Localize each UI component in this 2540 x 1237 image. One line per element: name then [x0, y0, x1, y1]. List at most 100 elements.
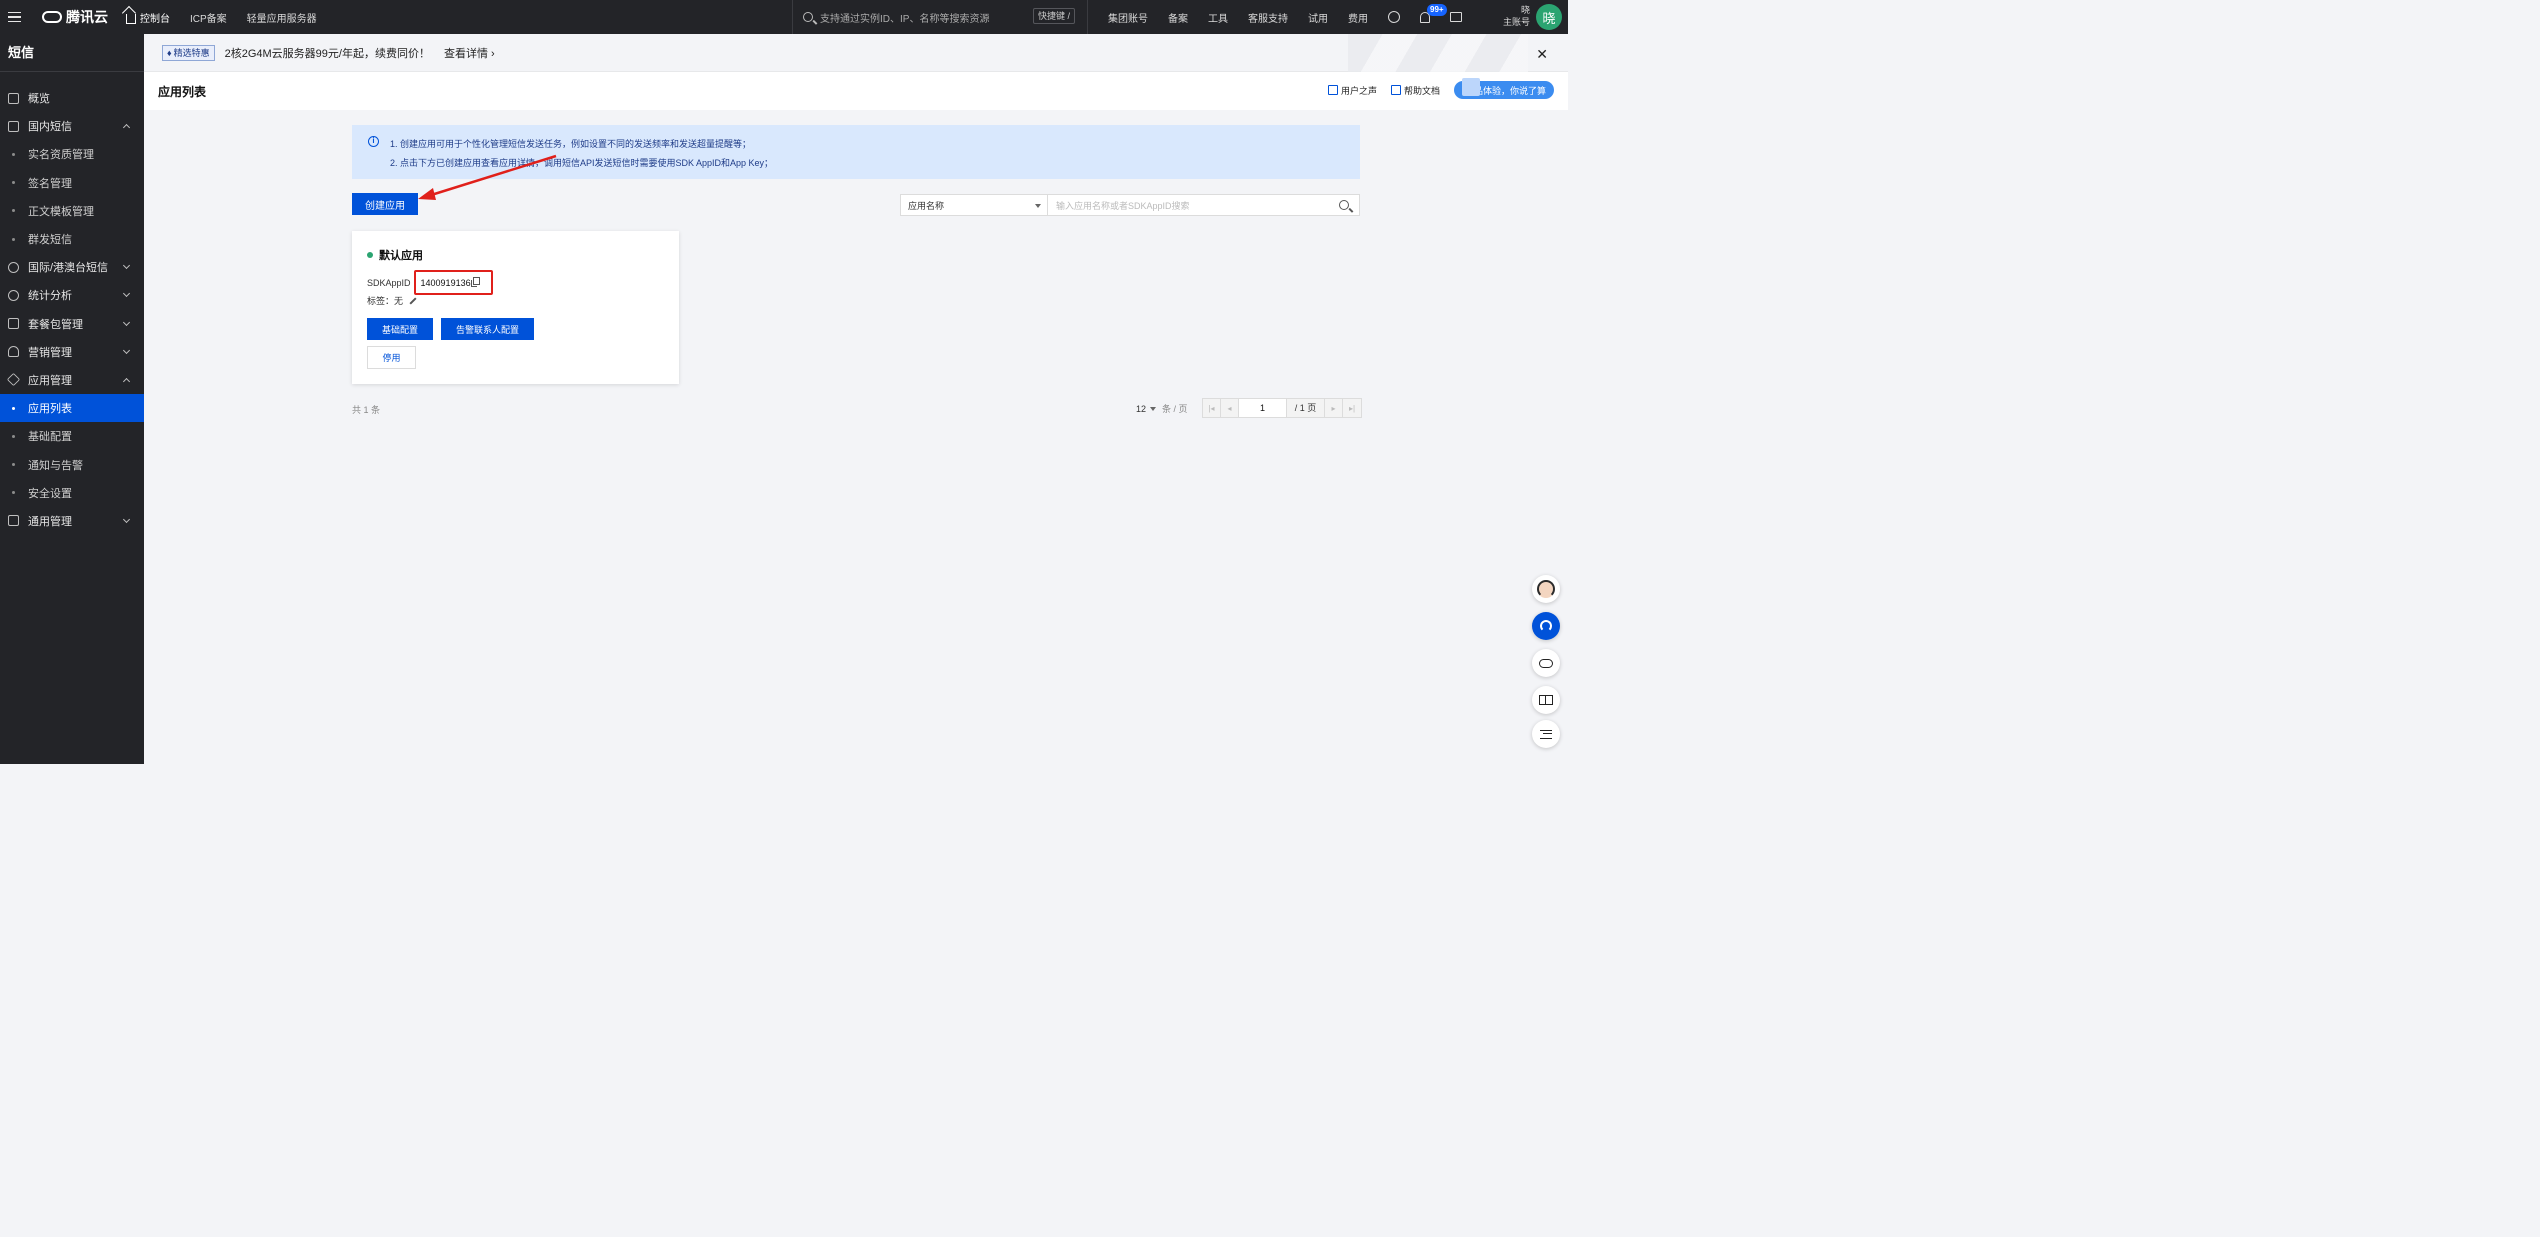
fire-icon: ♦: [167, 47, 172, 58]
account-name: 晓: [1520, 5, 1530, 15]
book-icon: [1539, 695, 1553, 705]
nav-icp[interactable]: ICP备案: [190, 10, 227, 25]
sidebar-item-basic-config[interactable]: 基础配置: [0, 422, 144, 450]
sidebar-item-marketing[interactable]: 营销管理: [0, 338, 144, 366]
brand-logo[interactable]: 腾讯云: [42, 7, 108, 27]
bullet-icon: [12, 181, 15, 185]
customer-service-button[interactable]: [1532, 612, 1560, 640]
next-page-icon[interactable]: ▸: [1325, 399, 1343, 417]
top-nav: 控制台 ICP备案 轻量应用服务器: [126, 10, 317, 25]
edit-icon[interactable]: [409, 296, 417, 305]
close-icon[interactable]: ✕: [1536, 46, 1548, 63]
assistant-face-icon: [1537, 580, 1555, 598]
promo-banner: ♦ 精选特惠 2核2G4M云服务器99元/年起，续费同价！ 查看详情 › ✕: [144, 34, 1568, 72]
shortcut-hint: 快捷键 /: [1032, 8, 1075, 24]
link-support[interactable]: 客服支持: [1248, 10, 1288, 25]
bell-icon[interactable]: 99+: [1420, 3, 1447, 23]
assistant-avatar-button[interactable]: [1532, 575, 1560, 603]
copy-icon[interactable]: [470, 276, 480, 287]
basic-config-button[interactable]: 基础配置: [367, 318, 433, 340]
help-docs-link[interactable]: 帮助文档: [1390, 84, 1440, 97]
chevron-right-icon: ›: [491, 47, 495, 60]
account-info[interactable]: 晓 主账号: [1500, 4, 1530, 28]
alarm-contact-button[interactable]: 告警联系人配置: [441, 318, 534, 340]
sidebar-item-package[interactable]: 套餐包管理: [0, 310, 144, 338]
caret-down-icon: [1150, 406, 1157, 411]
app-name[interactable]: 默认应用: [367, 247, 423, 263]
promo-link[interactable]: 查看详情 ›: [444, 45, 495, 61]
settings-icon: [8, 515, 19, 527]
bullet-icon: [12, 463, 15, 467]
cloud-icon: [1539, 658, 1553, 668]
info-line-2: 2. 点击下方已创建应用查看应用详情，调用短信API发送短信时需要使用SDK A…: [390, 158, 774, 168]
bullet-icon: [12, 152, 15, 156]
link-group-account[interactable]: 集团账号: [1108, 10, 1148, 25]
link-tools[interactable]: 工具: [1208, 10, 1228, 25]
create-app-button[interactable]: 创建应用: [352, 193, 418, 215]
avatar[interactable]: 晓: [1536, 4, 1562, 30]
app-id-highlight: 1400919136: [413, 270, 493, 295]
ticket-icon[interactable]: [1450, 12, 1462, 22]
sidebar-item-statistics[interactable]: 统计分析: [0, 281, 144, 309]
bullet-icon: [12, 209, 15, 213]
list-tool-button[interactable]: [1532, 720, 1560, 748]
top-right-links: 集团账号 备案 工具 客服支持 试用 费用 99+: [1108, 0, 1462, 34]
link-trial[interactable]: 试用: [1308, 10, 1328, 25]
home-icon: [126, 13, 136, 24]
status-dot-icon: [367, 252, 373, 258]
sidebar: 短信 概览 国内短信 实名资质管理 签名管理 正文模板管理 群发短信 国际/港澳…: [0, 34, 144, 764]
sidebar-item-domestic-sms[interactable]: 国内短信: [0, 112, 144, 140]
link-billing[interactable]: 费用: [1348, 10, 1368, 25]
search-icon: [803, 12, 813, 22]
page-number-input[interactable]: 1: [1239, 399, 1287, 417]
link-beian[interactable]: 备案: [1168, 10, 1188, 25]
cloud-logo-icon: [42, 11, 62, 23]
nav-lighthouse[interactable]: 轻量应用服务器: [247, 10, 317, 25]
page-header-actions: 用户之声 帮助文档 产品体验，你说了算: [1327, 78, 1554, 99]
app-card[interactable]: 默认应用 SDKAppID 1400919136 标签：无 基础配置 告警联系人…: [352, 231, 679, 384]
first-page-icon[interactable]: |◂: [1203, 399, 1221, 417]
sidebar-item-overview[interactable]: 概览: [0, 84, 144, 112]
last-page-icon[interactable]: ▸|: [1343, 399, 1361, 417]
sidebar-item-app-list[interactable]: 应用列表: [0, 394, 144, 423]
chart-icon: [8, 289, 19, 301]
cloud-tool-button[interactable]: [1532, 649, 1560, 677]
global-search-input[interactable]: 支持通过实例ID、IP、名称等搜索资源 快捷键 /: [792, 0, 1088, 34]
bullet-icon: [12, 434, 15, 438]
prev-page-icon[interactable]: ◂: [1221, 399, 1239, 417]
app-search-input[interactable]: 输入应用名称或者SDKAppID搜索: [1048, 194, 1360, 216]
chevron-up-icon: [122, 377, 131, 385]
bullet-icon: [12, 237, 15, 241]
sidebar-title: 短信: [0, 34, 144, 72]
globe-icon: [8, 261, 19, 273]
compass-icon[interactable]: [1388, 11, 1400, 23]
brand-name: 腾讯云: [66, 9, 108, 25]
page-size-select[interactable]: 12 条 / 页: [1136, 402, 1188, 415]
grid-icon: [8, 92, 19, 104]
sidebar-item-notification[interactable]: 通知与告警: [0, 450, 144, 478]
user-voice-link[interactable]: 用户之声: [1327, 84, 1377, 97]
sidebar-item-bulk-sms[interactable]: 群发短信: [0, 225, 144, 253]
sidebar-item-app-management[interactable]: 应用管理: [0, 366, 144, 394]
sidebar-item-security[interactable]: 安全设置: [0, 479, 144, 507]
filter-field-select[interactable]: 应用名称: [900, 194, 1048, 216]
mail-icon: [8, 120, 19, 132]
bullet-icon: [12, 491, 15, 495]
list-icon: [1540, 729, 1552, 739]
sidebar-item-qualification[interactable]: 实名资质管理: [0, 140, 144, 168]
sidebar-item-signature[interactable]: 签名管理: [0, 169, 144, 197]
menu-icon[interactable]: [0, 0, 28, 34]
product-feedback-button[interactable]: 产品体验，你说了算: [1454, 78, 1554, 99]
layers-icon: [6, 373, 21, 387]
disable-button[interactable]: 停用: [367, 346, 416, 369]
nav-console[interactable]: 控制台: [126, 10, 170, 25]
info-line-1: 1. 创建应用可用于个性化管理短信发送任务，例如设置不同的发送频率和发送超量提醒…: [390, 139, 752, 149]
sidebar-item-general[interactable]: 通用管理: [0, 507, 144, 535]
user-icon: [8, 346, 19, 358]
sidebar-item-international[interactable]: 国际/港澳台短信: [0, 253, 144, 281]
app-id-value: 1400919136: [420, 277, 471, 288]
chevron-down-icon: [122, 262, 131, 270]
sidebar-item-template[interactable]: 正文模板管理: [0, 197, 144, 225]
docs-tool-button[interactable]: [1532, 686, 1560, 714]
search-icon[interactable]: [1339, 200, 1349, 210]
